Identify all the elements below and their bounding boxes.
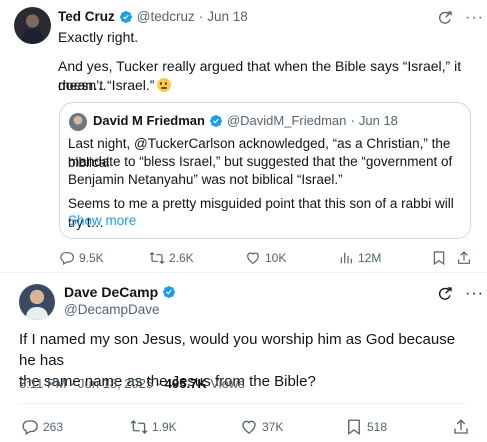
bookmark-icon[interactable]	[431, 250, 447, 266]
quote-author-name: David M Friedman	[93, 113, 205, 128]
thinking-face-emoji	[157, 78, 172, 92]
tweet-text-line: mean…“Israel.”	[58, 76, 172, 95]
grok-icon[interactable]	[437, 286, 453, 302]
quote-header: David M Friedman @DavidM_Friedman · Jun …	[93, 113, 398, 128]
author-handle[interactable]: @tedcruz	[137, 9, 195, 24]
quote-text-line: mandate to “bless Israel,” but suggested…	[68, 154, 453, 169]
more-icon[interactable]: ···	[465, 286, 484, 302]
share-icon[interactable]	[452, 418, 470, 436]
tweet-header: Ted Cruz @tedcruz · Jun 18	[58, 9, 248, 24]
author-name[interactable]: Ted Cruz	[58, 9, 115, 24]
share-icon[interactable]	[456, 250, 472, 266]
like-button[interactable]: 10K	[245, 250, 286, 266]
views-button[interactable]: 12M	[338, 250, 381, 266]
reply-button[interactable]: 263	[21, 418, 63, 436]
meta-divider	[18, 403, 468, 404]
tweet-text-line: Exactly right.	[58, 29, 139, 45]
reply-count: 263	[43, 420, 64, 434]
reply-count: 9.5K	[79, 251, 104, 265]
avatar[interactable]	[19, 284, 55, 320]
top-actions: ···	[437, 286, 484, 302]
repost-button[interactable]: 2.6K	[149, 250, 194, 266]
quote-date: Jun 18	[358, 113, 398, 128]
like-count: 37K	[262, 420, 284, 434]
separator-dot: ·	[70, 376, 79, 391]
repost-button[interactable]: 1.9K	[130, 418, 177, 436]
tweet-divider	[0, 272, 487, 273]
bookmark-count: 518	[367, 420, 388, 434]
tweet-meta: 3:11 PM · Jun 18, 2025 · 495.7K Views	[19, 376, 245, 391]
avatar	[69, 113, 87, 131]
tweet-date[interactable]: Jun 18, 2025	[78, 376, 153, 391]
reply-button[interactable]: 9.5K	[59, 250, 104, 266]
repost-count: 1.9K	[152, 420, 177, 434]
show-more-link[interactable]: Show more	[68, 213, 136, 228]
separator-dot: ·	[198, 9, 204, 24]
repost-count: 2.6K	[169, 251, 194, 265]
quote-author-handle: @DavidM_Friedman	[226, 113, 347, 128]
views-icon	[340, 252, 352, 264]
verified-badge-icon	[209, 114, 222, 127]
quoted-tweet[interactable]: David M Friedman @DavidM_Friedman · Jun …	[59, 102, 471, 239]
avatar[interactable]	[14, 7, 51, 44]
tweet-text-span: mean…“Israel.”	[58, 77, 155, 93]
tweet-date[interactable]: Jun 18	[207, 9, 248, 24]
verified-badge-icon	[163, 286, 176, 298]
tweet-text-line: If I named my son Jesus, would you worsh…	[19, 331, 456, 369]
bookmark-icon	[348, 419, 360, 436]
author-handle[interactable]: @DecampDave	[64, 302, 160, 317]
more-icon[interactable]: ···	[465, 10, 484, 26]
repost-icon	[149, 251, 165, 265]
like-icon	[247, 252, 259, 265]
grok-icon[interactable]	[437, 10, 453, 26]
tweet-header: Dave DeCamp	[64, 284, 180, 300]
views-label: Views	[210, 376, 245, 391]
author-name[interactable]: Dave DeCamp	[64, 284, 158, 300]
tweet-time[interactable]: 3:11 PM	[19, 376, 66, 391]
separator-dot: ·	[350, 113, 355, 128]
top-actions: ···	[437, 10, 484, 26]
tweet-ted-cruz[interactable]: Ted Cruz @tedcruz · Jun 18 ··· Exactly r…	[0, 0, 487, 272]
views-count: 495.7K	[164, 376, 207, 391]
verified-badge-icon	[119, 10, 132, 23]
reply-icon	[22, 420, 38, 435]
views-count: 12M	[358, 251, 382, 265]
reply-icon	[60, 252, 74, 266]
separator-dot: ·	[156, 376, 165, 391]
like-button[interactable]: 37K	[240, 418, 283, 436]
like-count: 10K	[265, 251, 287, 265]
like-icon	[242, 420, 256, 434]
quote-text-line: Benjamin Netanyahu” was not biblical “Is…	[68, 172, 343, 187]
repost-icon	[130, 420, 148, 434]
bookmark-button[interactable]: 518	[345, 418, 387, 436]
